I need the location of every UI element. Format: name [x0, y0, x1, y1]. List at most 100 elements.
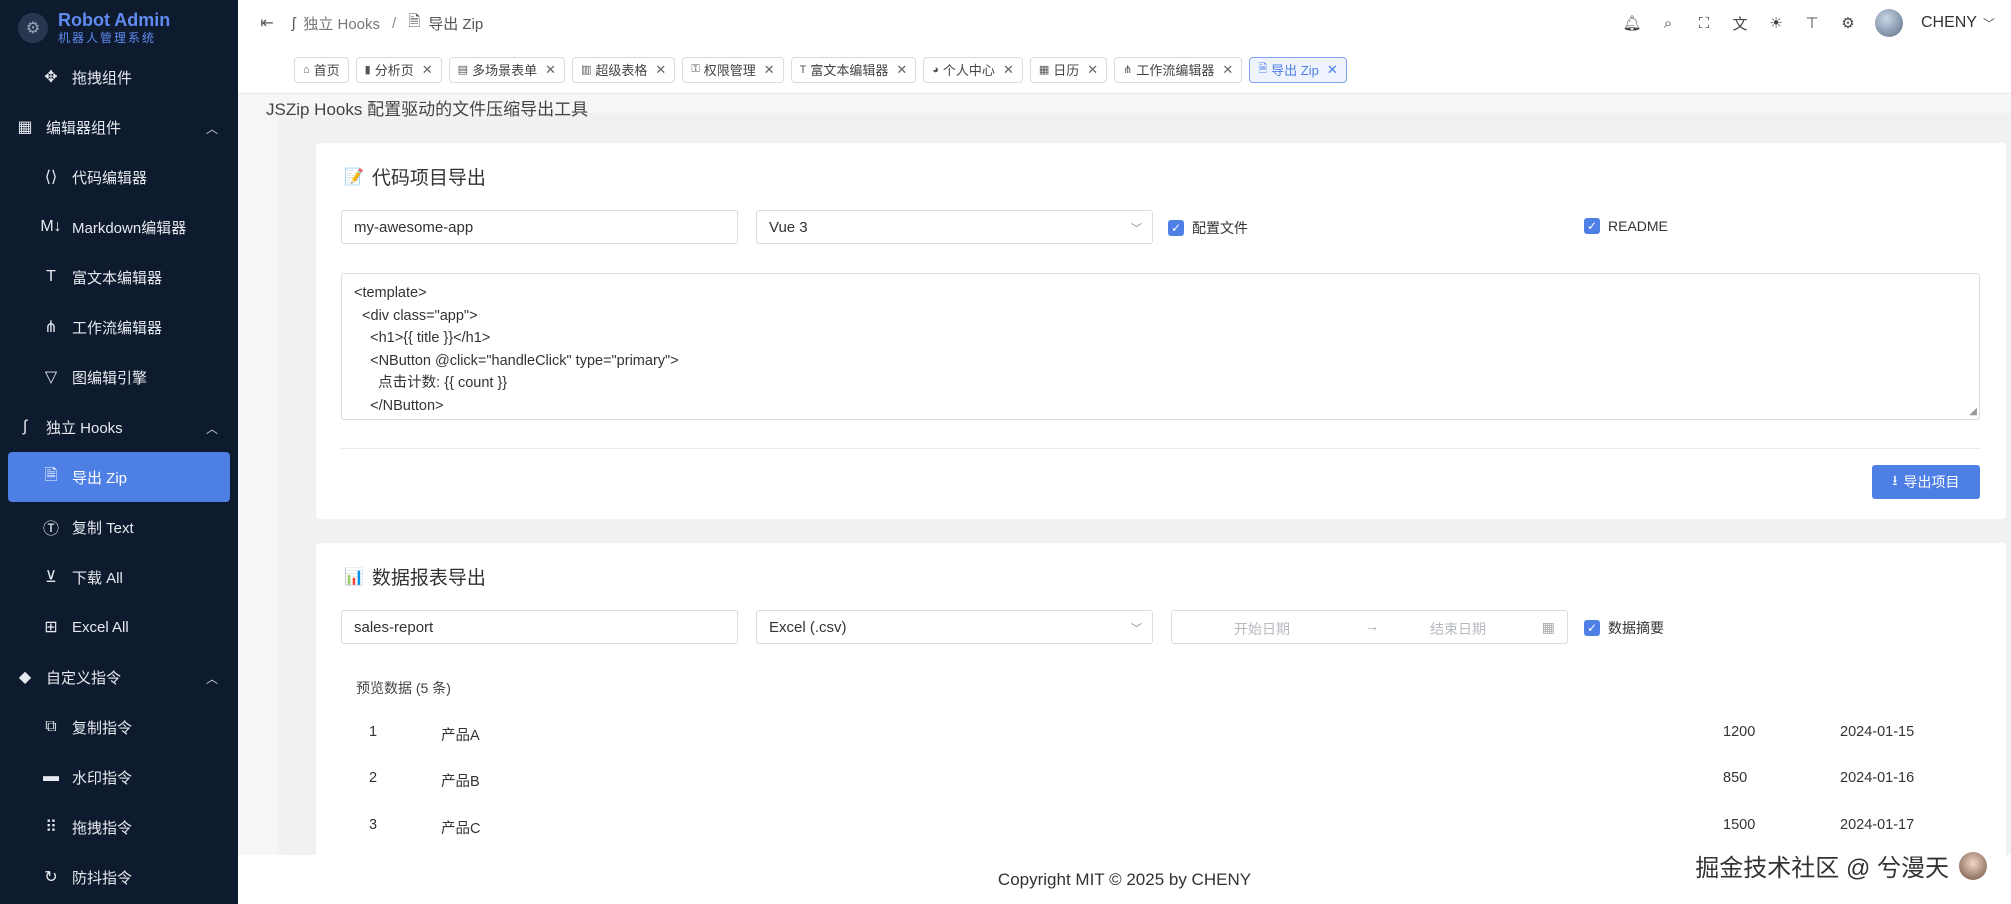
- sidebar-item-drag-directive[interactable]: ⠿ 拖拽指令: [0, 802, 238, 852]
- sidebar-item-code-editor[interactable]: ⟨⟩ 代码编辑器: [0, 152, 238, 202]
- sidebar-item-markdown-editor[interactable]: M↓ Markdown编辑器: [0, 202, 238, 252]
- sidebar: ⚙ Robot Admin 机器人管理系统 ✥ 拖拽组件 ▦ 编辑器组件 ︿ ⟨…: [0, 0, 238, 904]
- tab-label: 富文本编辑器: [810, 63, 889, 78]
- hook-icon: ʃ: [23, 418, 27, 435]
- drag-dots-icon: ⠿: [45, 819, 57, 836]
- config-file-checkbox[interactable]: ✓ 配置文件: [1168, 218, 1248, 238]
- translate-icon[interactable]: 文: [1731, 14, 1749, 33]
- brand-subtitle: 机器人管理系统: [58, 31, 157, 45]
- bar-chart-icon: 📊: [344, 568, 364, 586]
- sidebar-item-excel-all[interactable]: ⊞ Excel All: [0, 602, 238, 652]
- search-icon[interactable]: ⌕: [1659, 14, 1677, 32]
- tab-label: 超级表格: [595, 63, 648, 78]
- sidebar-item-export-zip[interactable]: 🗎 导出 Zip: [8, 452, 230, 502]
- checkbox-label: README: [1608, 218, 1668, 234]
- username[interactable]: CHENY: [1921, 14, 1977, 32]
- layout-icon[interactable]: ⊤: [1803, 14, 1821, 32]
- sidebar-group-directives[interactable]: ◆ 自定义指令 ︿: [0, 652, 238, 702]
- tab-label: 导出 Zip: [1271, 63, 1319, 78]
- header-tools: 🔔︎ ⌕ ⛶ 文 ☀ ⊤ ⚙ CHENY ﹀: [1622, 0, 1995, 46]
- arrow-right-icon: →: [1365, 618, 1379, 634]
- watermark-avatar: [1959, 851, 1987, 880]
- sidebar-group-editors[interactable]: ▦ 编辑器组件 ︿: [0, 102, 238, 152]
- close-icon[interactable]: ✕: [422, 62, 433, 78]
- bell-icon[interactable]: 🔔︎: [1622, 14, 1641, 32]
- tab-calendar[interactable]: ▦ 日历 ✕: [1029, 56, 1108, 83]
- chevron-up-icon: ︿: [205, 672, 218, 686]
- tab-home[interactable]: ⌂ 首页: [294, 56, 349, 83]
- fullscreen-icon[interactable]: ⛶: [1695, 14, 1713, 32]
- date-range-picker[interactable]: 开始日期 → 结束日期 ▦: [1171, 610, 1568, 644]
- close-icon[interactable]: ✕: [1087, 62, 1098, 78]
- settings-icon[interactable]: ⚙: [1839, 14, 1857, 32]
- sidebar-item-copy-text[interactable]: Ⓣ 复制 Text: [0, 502, 238, 552]
- tab-multi-form[interactable]: ▤ 多场景表单 ✕: [448, 56, 565, 83]
- sidebar-item-download-all[interactable]: ⊻ 下载 All: [0, 552, 238, 602]
- tab-permissions[interactable]: ⚿ 权限管理 ✕: [682, 56, 784, 83]
- directive-icon: ◆: [18, 669, 32, 686]
- sidebar-group-hooks[interactable]: ʃ 独立 Hooks ︿: [0, 402, 238, 452]
- sidebar-item-copy-directive[interactable]: ⧉ 复制指令: [0, 702, 238, 752]
- table-row: 1 产品A 1200 2024-01-15: [341, 711, 1980, 757]
- close-icon[interactable]: ✕: [1327, 62, 1338, 78]
- vscode-icon: ⟨⟩: [44, 169, 58, 186]
- summary-checkbox[interactable]: ✓ 数据摘要: [1584, 618, 1664, 638]
- tab-export-zip[interactable]: 🗎 导出 Zip ✕: [1249, 56, 1347, 83]
- row-name: 产品C: [441, 821, 481, 837]
- download-icon: ⭳: [1892, 472, 1898, 488]
- theme-sun-icon[interactable]: ☀: [1767, 14, 1785, 32]
- start-date-placeholder[interactable]: 开始日期: [1234, 619, 1290, 639]
- tab-profile[interactable]: ◕ 个人中心 ✕: [923, 56, 1023, 83]
- end-date-placeholder[interactable]: 结束日期: [1430, 619, 1486, 639]
- card-title-text: 代码项目导出: [371, 168, 486, 189]
- chevron-down-icon[interactable]: ﹀: [1983, 15, 1995, 32]
- close-icon[interactable]: ✕: [1222, 62, 1233, 78]
- chevron-up-icon: ︿: [205, 122, 218, 136]
- project-name-input[interactable]: my-awesome-app: [341, 210, 738, 244]
- text-format-icon: T: [799, 63, 807, 76]
- file-name-input[interactable]: sales-report: [341, 610, 738, 644]
- export-project-button[interactable]: ⭳ 导出项目: [1872, 465, 1980, 499]
- breadcrumb-item[interactable]: 独立 Hooks: [303, 13, 380, 34]
- tab-analysis[interactable]: ▮ 分析页 ✕: [355, 56, 442, 83]
- file-zip-icon: 🗎: [408, 12, 421, 30]
- resize-handle-icon[interactable]: ◢: [1969, 406, 1977, 417]
- close-icon[interactable]: ✕: [545, 62, 556, 78]
- sidebar-item-workflow-editor[interactable]: ⋔ 工作流编辑器: [0, 302, 238, 352]
- sidebar-item-drag-component[interactable]: ✥ 拖拽组件: [0, 52, 238, 102]
- tab-richtext[interactable]: T 富文本编辑器 ✕: [790, 56, 917, 83]
- user-icon: ◕: [932, 63, 939, 76]
- card-title-text: 数据报表导出: [371, 568, 486, 589]
- tab-label: 分析页: [374, 63, 414, 78]
- close-icon[interactable]: ✕: [764, 62, 775, 78]
- tab-label: 工作流编辑器: [1136, 63, 1215, 78]
- close-icon[interactable]: ✕: [1003, 62, 1014, 78]
- row-value: 1200: [1723, 724, 1756, 740]
- sidebar-item-graph-engine[interactable]: ▽ 图编辑引擎: [0, 352, 238, 402]
- table-icon: ▥: [580, 64, 592, 76]
- close-icon[interactable]: ✕: [896, 62, 907, 78]
- brand[interactable]: ⚙ Robot Admin 机器人管理系统: [0, 0, 238, 56]
- row-id: 3: [369, 817, 378, 833]
- collapse-sidebar-icon[interactable]: ⇤: [256, 12, 278, 34]
- sidebar-item-richtext-editor[interactable]: T 富文本编辑器: [0, 252, 238, 302]
- format-select[interactable]: Excel (.csv) ﹀: [756, 610, 1153, 644]
- framework-select[interactable]: Vue 3 ﹀: [756, 210, 1153, 244]
- row-name: 产品A: [441, 728, 480, 744]
- graph-engine-icon: ▽: [44, 369, 58, 386]
- debounce-icon: ↻: [44, 869, 58, 886]
- calendar-icon: ▦: [1541, 619, 1555, 635]
- avatar[interactable]: [1874, 9, 1903, 37]
- sidebar-item-debounce-directive[interactable]: ↻ 防抖指令: [0, 852, 238, 902]
- tab-workflow[interactable]: ⋔ 工作流编辑器 ✕: [1114, 56, 1243, 83]
- code-textarea[interactable]: <template> <div class="app"> <h1>{{ titl…: [341, 273, 1980, 420]
- sidebar-item-label: 下载 All: [72, 569, 123, 587]
- close-icon[interactable]: ✕: [655, 62, 666, 78]
- tab-super-table[interactable]: ▥ 超级表格 ✕: [571, 56, 676, 83]
- sidebar-item-watermark-directive[interactable]: ▬ 水印指令: [0, 752, 238, 802]
- code-line: <h1>{{ title }}</h1>: [354, 330, 491, 346]
- chevron-down-icon: ﹀: [1131, 623, 1142, 635]
- main-content: JSZip Hooks 配置驱动的文件压缩导出工具 📝 代码项目导出 my-aw…: [238, 95, 2011, 855]
- sidebar-item-label: 防抖指令: [72, 869, 133, 887]
- readme-checkbox[interactable]: ✓ README: [1584, 218, 1668, 234]
